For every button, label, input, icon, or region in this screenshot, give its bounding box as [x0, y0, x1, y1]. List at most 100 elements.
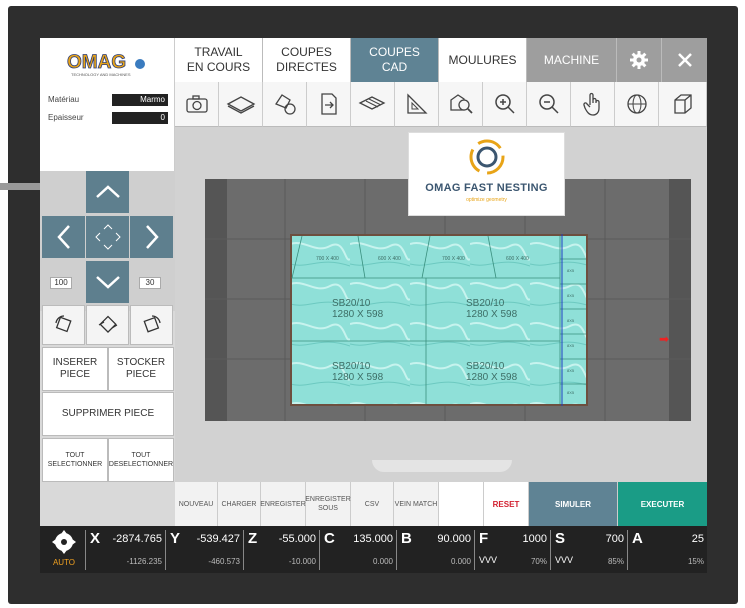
tool-camera[interactable] [175, 82, 219, 127]
tool-zoom-in[interactable] [483, 82, 527, 127]
dro-bar: AUTO X -2874.765 -1126.235 Y -539.427 -46… [40, 526, 707, 573]
bezel-tab [0, 183, 42, 190]
tool-slab[interactable] [219, 82, 263, 127]
jog-right-button[interactable] [130, 216, 173, 258]
hmi-screen: OMAG TECHNOLOGY AND MACHINES Matériau Mar… [40, 38, 707, 573]
tool-orbit[interactable] [615, 82, 659, 127]
axis-a: A 25 15% [627, 530, 707, 570]
tab-travail-en-cours[interactable]: TRAVAIL EN COURS [175, 38, 263, 82]
close-button[interactable] [662, 38, 707, 82]
param-row: Epaisseur 0 [48, 112, 168, 125]
param-value[interactable]: 0 [112, 112, 168, 124]
jog-up-button[interactable] [86, 171, 129, 213]
axis-sub: 0.000 [372, 557, 393, 566]
slab-icon [226, 96, 255, 114]
gear-icon [630, 51, 648, 69]
enregister-sous-button[interactable]: ENREGISTER SOUS [305, 482, 351, 526]
axis-sub: 0.000 [450, 557, 471, 566]
jog-down-button[interactable] [86, 261, 129, 303]
vein-match-button[interactable]: VEIN MATCH [394, 482, 439, 526]
piece-label-size: 1280 X 598 [332, 372, 384, 383]
tab-coupes-cad[interactable]: COUPES CAD [351, 38, 439, 82]
tool-square[interactable] [395, 82, 439, 127]
chevron-down-icon [95, 276, 120, 289]
axis-value: 1000 [522, 533, 547, 545]
chevron-up-icon [95, 185, 120, 198]
axis-name: B [401, 530, 412, 547]
slab-pieces: 700 X 400 600 X 400 700 X 400 600 X 400 SB20… [291, 224, 586, 416]
table-shadow [372, 460, 512, 472]
axis-value: 90.000 [437, 533, 471, 545]
reset-button[interactable]: RESET [484, 482, 529, 526]
axis-sub: -460.573 [208, 557, 240, 566]
rotate-left-button[interactable] [42, 305, 85, 345]
param-label: Epaisseur [48, 113, 84, 122]
close-icon [677, 53, 692, 67]
piece-label-size: 1280 X 598 [466, 372, 518, 383]
piece-label-name: SB20/10 [466, 298, 505, 309]
camera-icon [185, 95, 208, 113]
jog-speed-field[interactable]: 30 [139, 277, 161, 289]
executer-button[interactable]: EXECUTER [618, 482, 707, 526]
axis-sub: 85% [607, 557, 624, 566]
axis-name: X [90, 530, 101, 547]
tab-moulures[interactable]: MOULURES [439, 38, 527, 82]
tool-import[interactable] [307, 82, 351, 127]
jog-step-field[interactable]: 100 [50, 277, 72, 289]
chevron-right-icon [145, 225, 159, 249]
tout-deselectionner-button[interactable]: TOUT DESELECTIONNER [108, 438, 174, 482]
svg-text:TECHNOLOGY AND MACHINES: TECHNOLOGY AND MACHINES [71, 72, 131, 77]
supprimer-piece-button[interactable]: SUPPRIMER PIECE [42, 392, 174, 436]
axis-name: S [555, 530, 566, 547]
tool-zoom-region[interactable] [439, 82, 483, 127]
piece-label-strip: 8X5 [567, 318, 575, 323]
zoom-region-icon [449, 94, 473, 114]
jog-fine-button[interactable] [86, 216, 129, 258]
shapes-icon [274, 94, 296, 115]
tab-machine[interactable]: MACHINE [527, 38, 617, 82]
rotate-free-button[interactable] [86, 305, 129, 345]
rotate-right-button[interactable] [130, 305, 173, 345]
csv-button[interactable]: CSV [351, 482, 394, 526]
axis-unit: VVV [479, 555, 498, 565]
simuler-button[interactable]: SIMULER [529, 482, 618, 526]
tool-measure-slab[interactable] [351, 82, 395, 127]
jog-panel: 100 30 [40, 171, 175, 311]
rotate-ccw-icon [54, 315, 72, 333]
enregister-button[interactable]: ENREGISTER [260, 482, 306, 526]
set-square-icon [406, 93, 428, 114]
axis-y: Y -539.427 -460.573 [165, 530, 243, 570]
piece-label-small: 700 X 400 [442, 256, 465, 262]
nesting-logo: OMAG FAST NESTING optimize geometry [408, 132, 565, 216]
chevron-left-icon [56, 225, 70, 249]
toolbar-spacer [40, 482, 175, 526]
settings-button[interactable] [617, 38, 662, 82]
piece-label-strip: 8X5 [567, 293, 575, 298]
rotate-free-icon [98, 315, 117, 333]
piece-label-size: 1280 X 598 [466, 309, 518, 320]
axis-z: Z -55.000 -10.000 [243, 530, 319, 570]
stocker-piece-button[interactable]: STOCKER PIECE [108, 347, 174, 391]
axis-name: Z [248, 530, 258, 547]
tool-pan[interactable] [571, 82, 615, 127]
nesting-canvas[interactable]: OMAG FAST NESTING optimize geometry 700 … [175, 127, 707, 482]
charger-button[interactable]: CHARGER [218, 482, 261, 526]
piece-label-small: 700 X 400 [316, 256, 339, 262]
tool-zoom-out[interactable] [527, 82, 571, 127]
hand-icon [582, 92, 600, 116]
omag-logo: OMAG TECHNOLOGY AND MACHINES [67, 52, 145, 77]
tool-shapes[interactable] [263, 82, 307, 127]
nesting-subtitle: optimize geometry [466, 197, 507, 203]
tool-3d-view[interactable] [659, 82, 707, 127]
nouveau-button[interactable]: NOUVEAU [175, 482, 218, 526]
tab-coupes-directes[interactable]: COUPES DIRECTES [263, 38, 351, 82]
mode-label: AUTO [52, 558, 76, 567]
slab: 700 X 400 600 X 400 700 X 400 600 X 400 SB20… [290, 224, 588, 416]
inserer-piece-button[interactable]: INSERER PIECE [42, 347, 108, 391]
param-value[interactable]: Marmo [112, 94, 168, 106]
tout-selectionner-button[interactable]: TOUT SELECTIONNER [42, 438, 108, 482]
zoom-out-icon [538, 94, 559, 114]
blank-button [439, 482, 484, 526]
rotate-cw-icon [142, 315, 161, 333]
jog-left-button[interactable] [42, 216, 85, 258]
